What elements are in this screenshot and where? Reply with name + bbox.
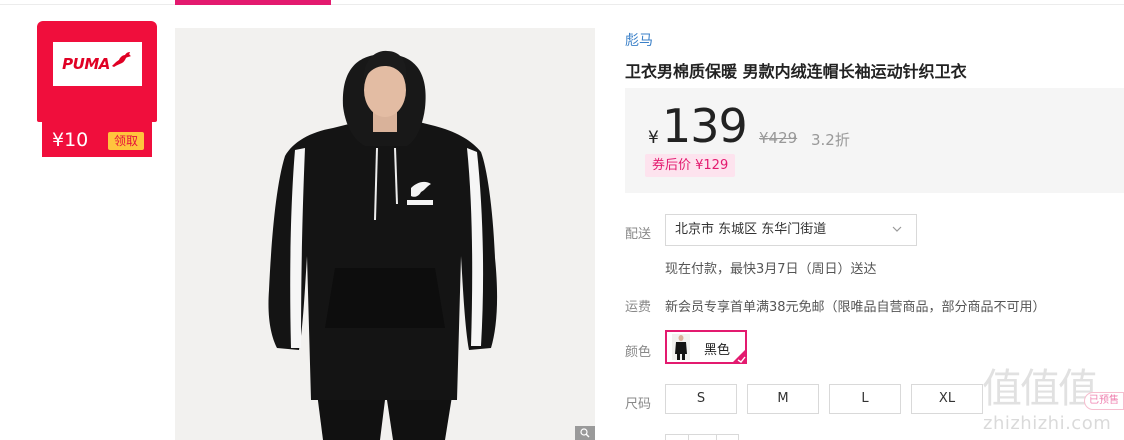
puma-logo: PUMA [53, 42, 142, 86]
coupon-header: PUMA [37, 21, 157, 122]
discount-rate: 3.2折 [811, 131, 850, 149]
quantity-stepper[interactable] [665, 434, 739, 440]
coupon-footer: ¥10 领取 [42, 122, 152, 157]
selected-check-icon [731, 348, 747, 364]
stepper-divider [716, 435, 717, 440]
presale-tag: 已预售 [1084, 392, 1124, 410]
stepper-divider [688, 435, 689, 440]
size-option-l[interactable]: L [829, 384, 901, 414]
delivery-label: 配送 [625, 227, 652, 242]
zoom-button[interactable] [575, 426, 595, 440]
product-title: 卫衣男棉质保暖 男款内绒连帽长袖运动针织卫衣 [625, 62, 967, 81]
delivery-address-value: 北京市 东城区 东华门街道 [675, 222, 827, 237]
after-coupon-price-badge: 券后价 ¥129 [645, 154, 736, 177]
store-coupon-card[interactable]: PUMA ¥10 领取 [37, 21, 157, 157]
puma-logo-text: PUMA [62, 55, 110, 73]
brand-link[interactable]: 彪马 [625, 30, 653, 50]
chevron-down-icon [892, 226, 902, 232]
magnifier-icon [580, 428, 590, 438]
shipping-label: 运费 [625, 300, 652, 315]
currency-symbol: ¥ [648, 128, 659, 148]
color-thumbnail [672, 334, 690, 360]
shipping-note: 新会员专享首单满38元免邮（限唯品自营商品，部分商品不可用） [665, 300, 1046, 315]
size-option-s[interactable]: S [665, 384, 737, 414]
size-label: 尺码 [625, 397, 652, 412]
active-tab-indicator [175, 0, 331, 5]
original-price: ¥429 [759, 129, 798, 147]
claim-coupon-button[interactable]: 领取 [108, 132, 144, 150]
color-label: 颜色 [625, 345, 652, 360]
color-option-label: 黑色 [704, 343, 731, 358]
puma-cat-icon [111, 52, 131, 67]
price-panel: ¥ 139 ¥429 3.2折 券后价 ¥129 [625, 88, 1124, 193]
size-option-m[interactable]: M [747, 384, 819, 414]
color-option-black[interactable]: 黑色 [665, 330, 747, 364]
watermark-url: zhizhizhi.com [983, 413, 1112, 434]
watermark-logo: 值值值 [982, 366, 1098, 412]
model-hoodie-photo [175, 28, 595, 440]
coupon-amount: ¥10 [52, 129, 89, 151]
site-watermark: 值值值 已预售 zhizhizhi.com [980, 356, 1124, 440]
delivery-address-select[interactable]: 北京市 东城区 东华门街道 [665, 214, 917, 246]
delivery-estimate: 现在付款，最快3月7日（周日）送达 [665, 262, 877, 277]
top-divider [0, 4, 1124, 5]
sale-price: 139 [662, 99, 748, 153]
product-main-image[interactable] [175, 28, 595, 440]
size-option-xl[interactable]: XL [911, 384, 983, 414]
